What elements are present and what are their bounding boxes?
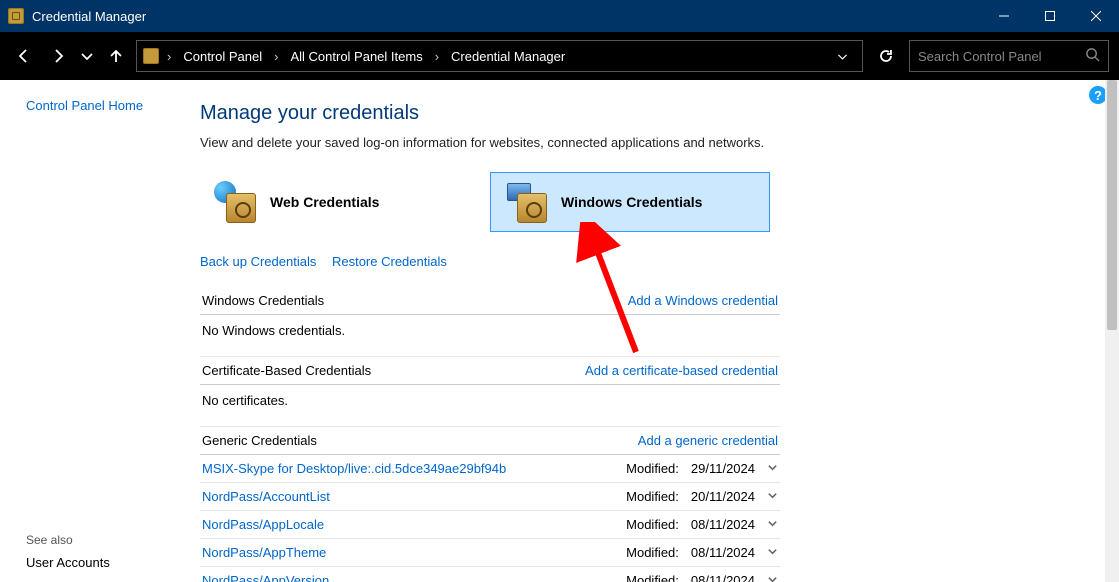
credential-name[interactable]: MSIX-Skype for Desktop/live:.cid.5dce349… (202, 461, 506, 476)
control-panel-home-link[interactable]: Control Panel Home (26, 98, 188, 113)
search-box[interactable] (909, 40, 1109, 72)
add-generic-credential-link[interactable]: Add a generic credential (638, 433, 778, 448)
monitor-safe-icon (505, 181, 547, 223)
main-panel: ? Manage your credentials View and delet… (200, 80, 1119, 582)
page-description: View and delete your saved log-on inform… (200, 135, 780, 150)
search-input[interactable] (918, 49, 1068, 64)
see-also-label: See also (26, 533, 188, 547)
credential-date: 08/11/2024 (691, 545, 755, 560)
credential-name[interactable]: NordPass/AppTheme (202, 545, 326, 560)
back-button[interactable] (10, 42, 38, 70)
windows-credentials-tab[interactable]: Windows Credentials (490, 172, 770, 232)
breadcrumb-item[interactable]: Control Panel (179, 49, 266, 64)
web-credentials-label: Web Credentials (270, 194, 379, 210)
forward-button[interactable] (44, 42, 72, 70)
backup-credentials-link[interactable]: Back up Credentials (200, 254, 316, 269)
minimize-button[interactable] (981, 0, 1027, 32)
up-button[interactable] (102, 42, 130, 70)
page-title: Manage your credentials (200, 102, 780, 125)
close-button[interactable] (1073, 0, 1119, 32)
chevron-down-icon[interactable] (767, 517, 778, 532)
credential-name[interactable]: NordPass/AccountList (202, 489, 330, 504)
credential-name[interactable]: NordPass/AppLocale (202, 517, 324, 532)
chevron-down-icon[interactable] (767, 573, 778, 582)
cert-creds-section-title: Certificate-Based Credentials (202, 363, 371, 378)
credential-row[interactable]: NordPass/AccountList Modified: 20/11/2024 (200, 483, 780, 511)
windows-creds-empty: No Windows credentials. (200, 315, 780, 357)
credential-row[interactable]: NordPass/AppTheme Modified: 08/11/2024 (200, 539, 780, 567)
app-icon (8, 8, 24, 24)
credential-date: 08/11/2024 (691, 573, 755, 582)
add-windows-credential-link[interactable]: Add a Windows credential (628, 293, 778, 308)
vertical-scrollbar[interactable] (1105, 80, 1119, 582)
modified-label: Modified: (626, 461, 679, 476)
address-dropdown-button[interactable] (828, 42, 856, 70)
globe-safe-icon (214, 181, 256, 223)
breadcrumb-item[interactable]: Credential Manager (447, 49, 569, 64)
content-area: Control Panel Home See also User Account… (0, 80, 1119, 582)
sidebar: Control Panel Home See also User Account… (0, 80, 200, 582)
breadcrumb-item[interactable]: All Control Panel Items (286, 49, 426, 64)
window-title: Credential Manager (32, 9, 146, 24)
credential-row[interactable]: NordPass/AppLocale Modified: 08/11/2024 (200, 511, 780, 539)
credential-row[interactable]: NordPass/AppVersion Modified: 08/11/2024 (200, 567, 780, 582)
credential-row[interactable]: MSIX-Skype for Desktop/live:.cid.5dce349… (200, 455, 780, 483)
user-accounts-link[interactable]: User Accounts (26, 555, 188, 570)
search-icon[interactable] (1085, 47, 1100, 65)
windows-credentials-label: Windows Credentials (561, 194, 702, 210)
scrollbar-thumb[interactable] (1107, 80, 1117, 330)
navigation-bar: › Control Panel › All Control Panel Item… (0, 32, 1119, 80)
chevron-right-icon[interactable]: › (431, 49, 443, 64)
title-bar: Credential Manager (0, 0, 1119, 32)
credential-date: 08/11/2024 (691, 517, 755, 532)
restore-credentials-link[interactable]: Restore Credentials (332, 254, 447, 269)
credential-date: 20/11/2024 (691, 489, 755, 504)
address-bar[interactable]: › Control Panel › All Control Panel Item… (136, 40, 863, 72)
web-credentials-tab[interactable]: Web Credentials (200, 172, 480, 232)
recent-locations-button[interactable] (78, 42, 96, 70)
chevron-down-icon[interactable] (767, 489, 778, 504)
add-cert-credential-link[interactable]: Add a certificate-based credential (585, 363, 778, 378)
cert-creds-empty: No certificates. (200, 385, 780, 427)
modified-label: Modified: (626, 489, 679, 504)
maximize-button[interactable] (1027, 0, 1073, 32)
modified-label: Modified: (626, 573, 679, 582)
chevron-down-icon[interactable] (767, 545, 778, 560)
location-icon (143, 48, 159, 64)
credential-date: 29/11/2024 (691, 461, 755, 476)
windows-creds-section-title: Windows Credentials (202, 293, 324, 308)
generic-creds-section-title: Generic Credentials (202, 433, 317, 448)
modified-label: Modified: (626, 545, 679, 560)
credential-name[interactable]: NordPass/AppVersion (202, 573, 329, 582)
chevron-down-icon[interactable] (767, 461, 778, 476)
chevron-right-icon[interactable]: › (270, 49, 282, 64)
chevron-right-icon[interactable]: › (163, 49, 175, 64)
modified-label: Modified: (626, 517, 679, 532)
refresh-button[interactable] (869, 40, 903, 72)
